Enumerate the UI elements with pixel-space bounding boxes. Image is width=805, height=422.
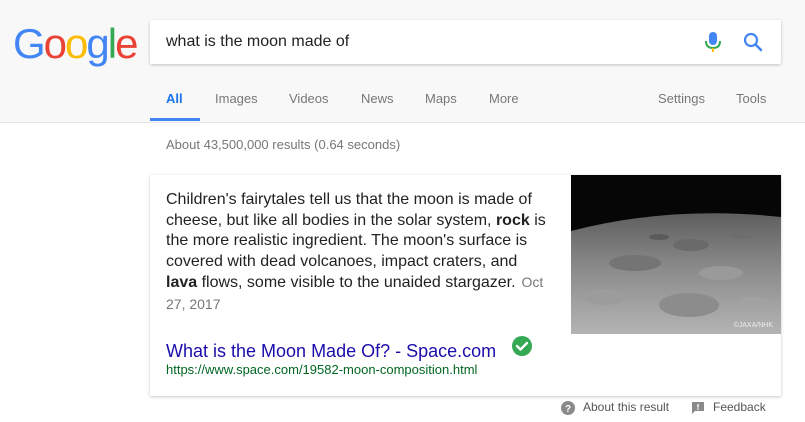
featured-snippet-text: Children's fairytales tell us that the m… (166, 190, 546, 315)
logo-letter: e (115, 20, 138, 67)
feedback-label: Feedback (713, 400, 766, 414)
tab-tools[interactable]: Tools (736, 88, 766, 120)
help-icon: ? (561, 400, 575, 415)
snippet-highlight: rock (495, 211, 530, 229)
feedback-icon (692, 401, 704, 414)
tab-news[interactable]: News (361, 88, 394, 120)
result-title-link[interactable]: What is the Moon Made Of? - Space.com (166, 341, 496, 362)
logo-letter: o (43, 20, 67, 67)
search-tabs: All Images Videos News Maps More Setting… (0, 88, 805, 122)
svg-text:?: ? (565, 404, 571, 415)
result-url: https://www.space.com/19582-moon-composi… (166, 362, 478, 377)
header: Google All Images Videos News Maps More … (0, 0, 805, 123)
tab-settings[interactable]: Settings (658, 88, 705, 120)
logo-letter: l (107, 20, 117, 67)
image-credit: ©JAXA/NHK (734, 321, 774, 329)
logo-letter: o (65, 20, 88, 67)
snippet-text: flows, some visible to the unaided starg… (197, 274, 516, 291)
result-stats: About 43,500,000 results (0.64 seconds) (166, 137, 401, 152)
snippet-highlight: lava (166, 274, 198, 291)
verified-check-icon (512, 336, 532, 356)
microphone-icon[interactable] (703, 31, 723, 53)
tab-images[interactable]: Images (215, 88, 258, 120)
search-input[interactable] (166, 20, 686, 64)
moon-surface-image[interactable]: ©JAXA/NHK (571, 175, 781, 334)
tab-all[interactable]: All (166, 88, 183, 120)
search-icon[interactable] (742, 31, 764, 53)
google-logo[interactable]: Google (13, 20, 138, 67)
featured-snippet-card: Children's fairytales tell us that the m… (150, 175, 781, 396)
snippet-text: Children's fairytales tell us that the m… (166, 191, 532, 229)
active-tab-indicator (150, 118, 200, 121)
tab-videos[interactable]: Videos (289, 88, 329, 120)
tab-more[interactable]: More (489, 88, 519, 120)
feedback-link[interactable]: Feedback (691, 399, 766, 415)
logo-letter: g (86, 20, 109, 67)
logo-letter: G (13, 20, 46, 67)
search-box (150, 20, 781, 64)
tab-maps[interactable]: Maps (425, 88, 457, 120)
about-this-result-link[interactable]: ? About this result (561, 399, 669, 415)
about-this-result-label: About this result (583, 400, 670, 414)
